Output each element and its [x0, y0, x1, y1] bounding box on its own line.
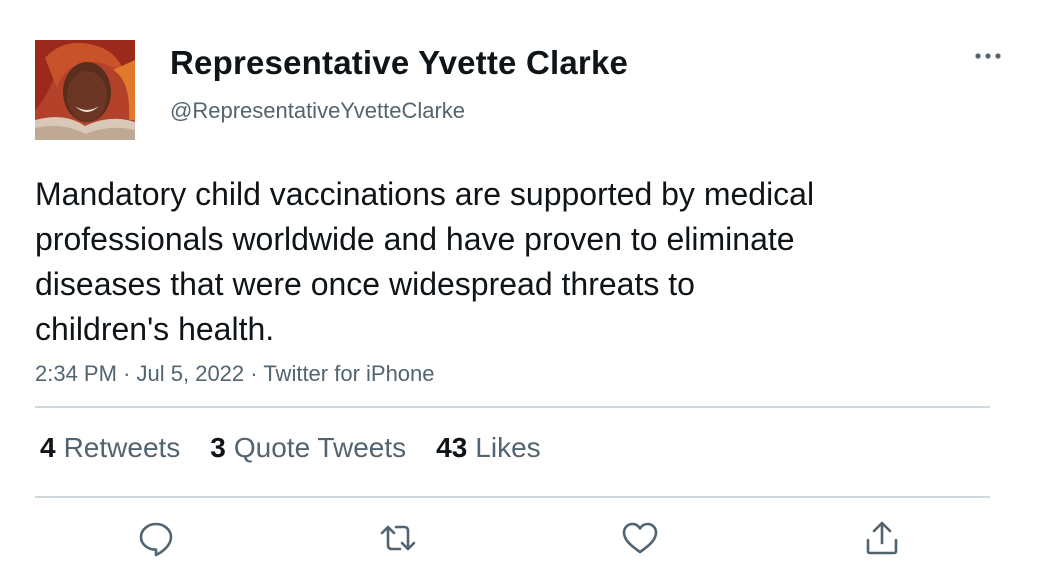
more-options-button[interactable] — [970, 44, 1006, 68]
like-button[interactable] — [620, 518, 660, 558]
divider — [35, 406, 990, 408]
tweet-source[interactable]: Twitter for iPhone — [263, 361, 434, 386]
tweet-text: Mandatory child vaccinations are support… — [35, 172, 935, 352]
tweet-text-line: Mandatory child vaccinations are support… — [35, 176, 815, 212]
quote-tweets-label: Quote Tweets — [233, 432, 407, 463]
retweets-count: 4 — [40, 432, 56, 463]
tweet-text-line: diseases that were once widespread threa… — [35, 266, 695, 302]
author-display-name[interactable]: Representative Yvette Clarke — [170, 44, 628, 82]
author-handle[interactable]: @RepresentativeYvetteClarke — [170, 98, 465, 124]
retweet-button[interactable] — [378, 518, 418, 558]
avatar[interactable] — [35, 40, 135, 140]
tweet-stats: 4 Retweets 3 Quote Tweets 43 Likes — [40, 432, 541, 464]
reply-button[interactable] — [136, 518, 176, 558]
tweet-meta: 2:34 PM · Jul 5, 2022 · Twitter for iPho… — [35, 361, 435, 387]
likes-stat[interactable]: 43 Likes — [436, 432, 541, 464]
divider — [35, 496, 990, 498]
reply-icon — [139, 522, 173, 557]
quote-tweets-stat[interactable]: 3 Quote Tweets — [210, 432, 406, 464]
heart-icon — [622, 522, 658, 554]
avatar-photo — [35, 40, 135, 140]
share-icon — [866, 521, 898, 555]
quote-tweets-count: 3 — [210, 432, 226, 463]
tweet-time[interactable]: 2:34 PM — [35, 361, 117, 386]
likes-label: Likes — [475, 432, 541, 463]
likes-count: 43 — [436, 432, 468, 463]
tweet-text-line: professionals worldwide and have proven … — [35, 221, 795, 257]
more-dots-icon — [975, 53, 1001, 59]
retweet-icon — [380, 525, 416, 551]
meta-separator: · — [250, 361, 264, 386]
tweet-text-line: children's health. — [35, 311, 275, 347]
retweets-label: Retweets — [63, 432, 181, 463]
retweets-stat[interactable]: 4 Retweets — [40, 432, 180, 464]
share-button[interactable] — [862, 518, 902, 558]
tweet-date[interactable]: Jul 5, 2022 — [137, 361, 245, 386]
meta-separator: · — [123, 361, 137, 386]
